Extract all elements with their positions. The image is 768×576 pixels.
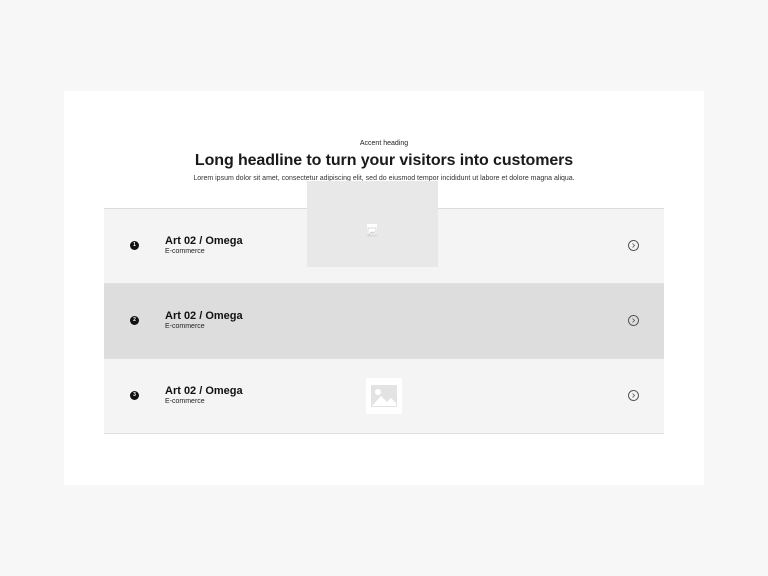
image-placeholder-icon [367,224,377,237]
item-title: Art 02 / Omega [165,235,243,247]
image-placeholder-icon [366,378,402,414]
accent-heading: Accent heading [359,140,409,147]
item-number: 3 [130,391,139,400]
list-item[interactable]: 3 Art 02 / Omega E-commerce [104,359,664,434]
item-title: Art 02 / Omega [165,310,243,322]
arrow-right-circle-icon[interactable] [628,390,639,401]
item-number: 1 [130,241,139,250]
hover-image-preview [307,181,438,267]
item-subtitle: E-commerce [165,323,205,330]
item-number: 2 [130,316,139,325]
item-subtitle: E-commerce [165,248,205,255]
list-item[interactable]: 2 Art 02 / Omega E-commerce [104,284,664,359]
item-subtitle: E-commerce [165,398,205,405]
item-title: Art 02 / Omega [165,385,243,397]
arrow-right-circle-icon[interactable] [628,315,639,326]
arrow-right-circle-icon[interactable] [628,240,639,251]
page-title: Long headline to turn your visitors into… [194,152,574,169]
content-card: Accent heading Long headline to turn you… [64,91,704,485]
